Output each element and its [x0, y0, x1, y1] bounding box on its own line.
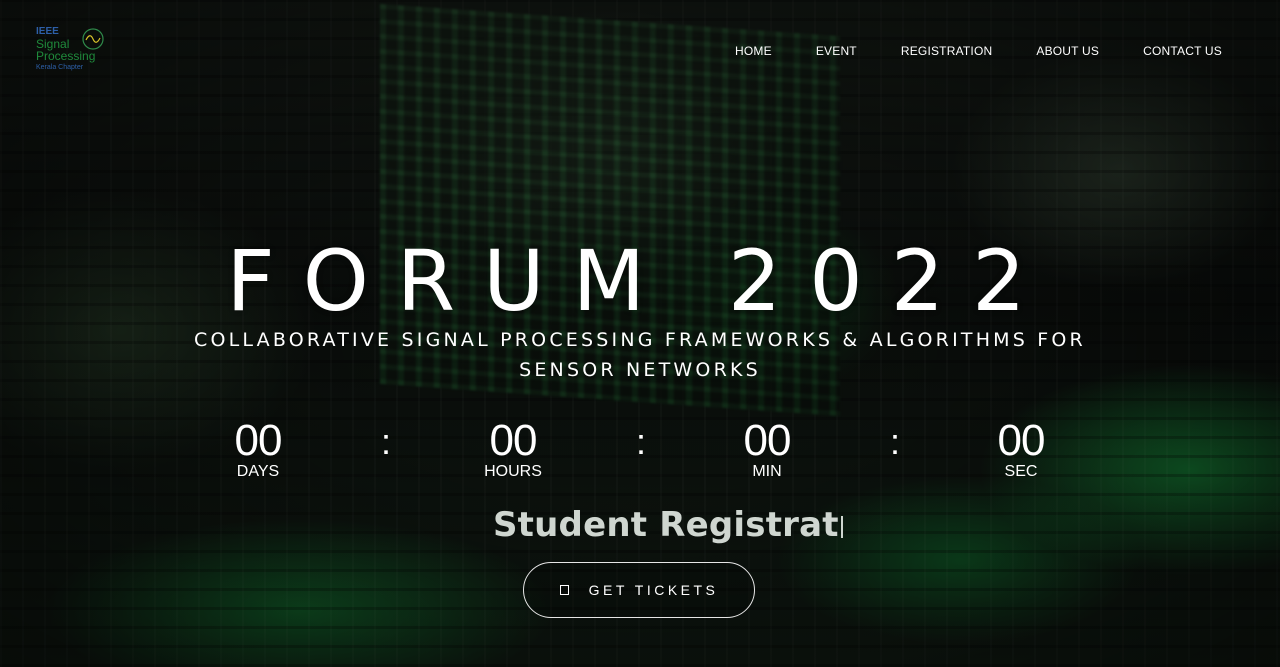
nav-item-registration[interactable]: REGISTRATION: [901, 44, 993, 58]
get-tickets-label: GET TICKETS: [588, 582, 719, 598]
nav-item-home[interactable]: HOME: [735, 44, 772, 58]
countdown-days: 00 DAYS: [198, 416, 318, 480]
nav-item-event[interactable]: EVENT: [816, 44, 857, 58]
typed-text-content: Student Registrat: [493, 505, 839, 545]
countdown-hours: 00 HOURS: [453, 416, 573, 480]
countdown-min-value: 00: [743, 416, 792, 465]
hero-title: FORUM 2022: [226, 232, 1054, 330]
countdown-sec-value: 00: [997, 416, 1046, 465]
logo-line-chapter: Kerala Chapter: [36, 64, 84, 71]
countdown-days-label: DAYS: [236, 463, 280, 480]
typed-text: Student Registrat: [493, 505, 843, 545]
countdown-hours-label: HOURS: [484, 463, 542, 480]
countdown-sec: 00 SEC: [961, 416, 1081, 480]
typing-caret: [840, 516, 843, 538]
countdown-min: 00 MIN: [707, 416, 827, 480]
countdown-separator: :: [381, 421, 392, 462]
countdown-separator: :: [890, 421, 901, 462]
countdown-days-value: 00: [234, 416, 283, 465]
countdown-min-label: MIN: [752, 463, 782, 480]
countdown-separator: :: [636, 421, 647, 462]
ticket-icon: [559, 585, 569, 595]
site-logo[interactable]: IEEE Signal Processing Kerala Chapter: [36, 26, 108, 84]
countdown-sec-label: SEC: [1004, 463, 1038, 480]
get-tickets-button[interactable]: GET TICKETS: [523, 562, 755, 618]
nav-item-about-us[interactable]: ABOUT US: [1036, 44, 1099, 58]
main-nav: HOME EVENT REGISTRATION ABOUT US CONTACT…: [691, 44, 1222, 58]
nav-item-contact-us[interactable]: CONTACT US: [1143, 44, 1222, 58]
logo-mark-icon: [82, 28, 104, 50]
countdown-hours-value: 00: [489, 416, 538, 465]
hero-subtitle: COLLABORATIVE SIGNAL PROCESSING FRAMEWOR…: [194, 329, 1086, 381]
